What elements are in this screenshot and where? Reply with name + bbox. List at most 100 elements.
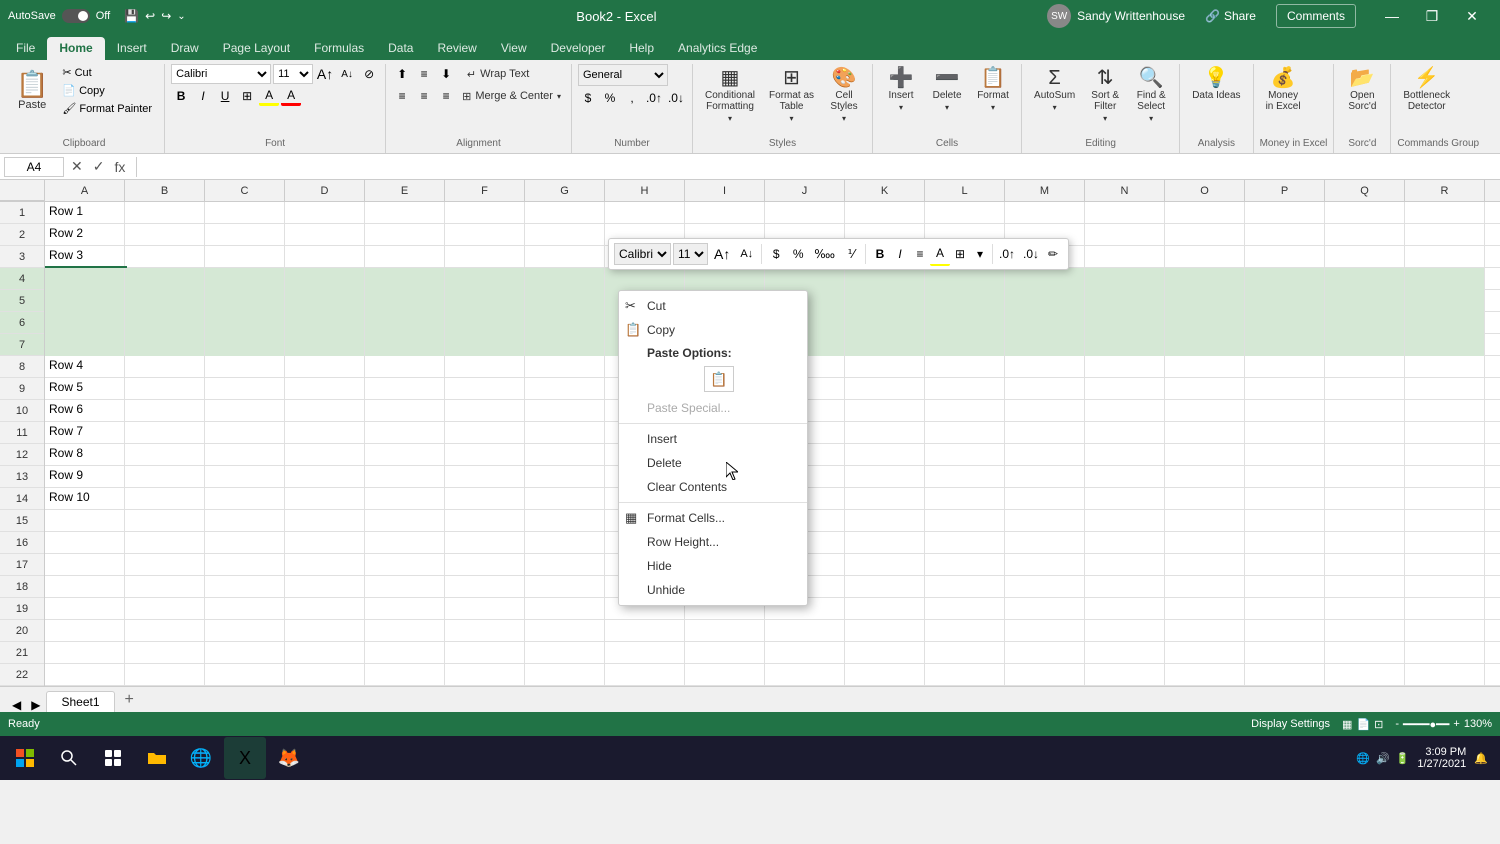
cell-C3[interactable] xyxy=(205,246,285,268)
cell-B9[interactable] xyxy=(125,378,205,400)
cell-G18[interactable] xyxy=(525,576,605,598)
cell-D2[interactable] xyxy=(285,224,365,246)
cell-B12[interactable] xyxy=(125,444,205,466)
cell-E2[interactable] xyxy=(365,224,445,246)
cell-N20[interactable] xyxy=(1085,620,1165,642)
restore-button[interactable]: ❐ xyxy=(1412,0,1452,32)
cell-D17[interactable] xyxy=(285,554,365,576)
mini-bold-btn[interactable]: B xyxy=(870,242,890,266)
cell-A8[interactable]: Row 4 xyxy=(45,356,125,378)
cell-I1[interactable] xyxy=(685,202,765,224)
mini-extra-btn[interactable]: ✏ xyxy=(1043,242,1063,266)
cell-A10[interactable]: Row 6 xyxy=(45,400,125,422)
wrap-text-button[interactable]: ↵ Wrap Text xyxy=(458,66,538,83)
cell-E12[interactable] xyxy=(365,444,445,466)
col-header-O[interactable]: O xyxy=(1165,180,1245,201)
cell-N18[interactable] xyxy=(1085,576,1165,598)
tab-help[interactable]: Help xyxy=(617,37,666,60)
cell-A19[interactable] xyxy=(45,598,125,620)
cell-O15[interactable] xyxy=(1165,510,1245,532)
cell-E8[interactable] xyxy=(365,356,445,378)
cell-P22[interactable] xyxy=(1245,664,1325,686)
cell-Q22[interactable] xyxy=(1325,664,1405,686)
cell-G6[interactable] xyxy=(525,312,605,334)
cell-C16[interactable] xyxy=(205,532,285,554)
align-bottom-button[interactable]: ⬇ xyxy=(436,64,456,84)
col-header-C[interactable]: C xyxy=(205,180,285,201)
cell-P13[interactable] xyxy=(1245,466,1325,488)
cell-M7[interactable] xyxy=(1005,334,1085,356)
mini-border-dropdown[interactable]: ▾ xyxy=(970,242,990,266)
cell-G20[interactable] xyxy=(525,620,605,642)
cell-C20[interactable] xyxy=(205,620,285,642)
tab-developer[interactable]: Developer xyxy=(539,37,618,60)
cell-R14[interactable] xyxy=(1405,488,1485,510)
cell-K9[interactable] xyxy=(845,378,925,400)
cell-B16[interactable] xyxy=(125,532,205,554)
cell-D12[interactable] xyxy=(285,444,365,466)
cell-A15[interactable] xyxy=(45,510,125,532)
cell-O12[interactable] xyxy=(1165,444,1245,466)
mini-font-size-select[interactable]: 11 xyxy=(673,243,708,265)
cell-G4[interactable] xyxy=(525,268,605,290)
cell-B20[interactable] xyxy=(125,620,205,642)
cell-B10[interactable] xyxy=(125,400,205,422)
cell-E22[interactable] xyxy=(365,664,445,686)
row-number-10[interactable]: 10 xyxy=(0,400,44,422)
cell-K16[interactable] xyxy=(845,532,925,554)
align-left-button[interactable]: ≡ xyxy=(392,86,412,106)
row-number-22[interactable]: 22 xyxy=(0,664,44,686)
cell-L14[interactable] xyxy=(925,488,1005,510)
cell-C14[interactable] xyxy=(205,488,285,510)
mini-font-select[interactable]: Calibri xyxy=(614,243,671,265)
money-in-excel-button[interactable]: 💰 Moneyin Excel xyxy=(1260,64,1307,116)
autosave-toggle[interactable] xyxy=(62,9,90,23)
close-button[interactable]: ✕ xyxy=(1452,0,1492,32)
cell-O9[interactable] xyxy=(1165,378,1245,400)
cell-E5[interactable] xyxy=(365,290,445,312)
cell-E15[interactable] xyxy=(365,510,445,532)
cell-M12[interactable] xyxy=(1005,444,1085,466)
cell-Q8[interactable] xyxy=(1325,356,1405,378)
cell-M18[interactable] xyxy=(1005,576,1085,598)
ctx-insert[interactable]: Insert xyxy=(619,427,807,451)
underline-button[interactable]: U xyxy=(215,86,235,106)
cell-F11[interactable] xyxy=(445,422,525,444)
firefox-button[interactable]: 🦊 xyxy=(268,737,310,779)
align-middle-button[interactable]: ≡ xyxy=(414,64,434,84)
cell-M16[interactable] xyxy=(1005,532,1085,554)
share-button[interactable]: 🔗 Share xyxy=(1193,5,1268,27)
cell-K13[interactable] xyxy=(845,466,925,488)
fill-color-button[interactable]: A xyxy=(259,86,279,106)
cell-K17[interactable] xyxy=(845,554,925,576)
cell-F7[interactable] xyxy=(445,334,525,356)
cell-C17[interactable] xyxy=(205,554,285,576)
cell-F22[interactable] xyxy=(445,664,525,686)
cell-F18[interactable] xyxy=(445,576,525,598)
cell-N5[interactable] xyxy=(1085,290,1165,312)
cell-K1[interactable] xyxy=(845,202,925,224)
mini-borders-btn[interactable]: ⊞ xyxy=(950,242,970,266)
cell-Q6[interactable] xyxy=(1325,312,1405,334)
cancel-formula-icon[interactable]: ✕ xyxy=(68,158,86,175)
cell-P2[interactable] xyxy=(1245,224,1325,246)
cell-A22[interactable] xyxy=(45,664,125,686)
cell-E4[interactable] xyxy=(365,268,445,290)
paste-button[interactable]: 📋 Paste xyxy=(10,64,54,117)
more-commands-icon[interactable]: ⌄ xyxy=(177,11,185,22)
cell-D22[interactable] xyxy=(285,664,365,686)
cell-E3[interactable] xyxy=(365,246,445,268)
copy-button[interactable]: 📄 Copy xyxy=(56,82,158,99)
cell-C12[interactable] xyxy=(205,444,285,466)
cell-L12[interactable] xyxy=(925,444,1005,466)
cell-L13[interactable] xyxy=(925,466,1005,488)
cell-R17[interactable] xyxy=(1405,554,1485,576)
row-number-11[interactable]: 11 xyxy=(0,422,44,444)
col-header-M[interactable]: M xyxy=(1005,180,1085,201)
cell-N16[interactable] xyxy=(1085,532,1165,554)
cell-O16[interactable] xyxy=(1165,532,1245,554)
cell-J20[interactable] xyxy=(765,620,845,642)
cell-E9[interactable] xyxy=(365,378,445,400)
ctx-copy[interactable]: 📋 Copy xyxy=(619,318,807,342)
ctx-unhide[interactable]: Unhide xyxy=(619,578,807,602)
